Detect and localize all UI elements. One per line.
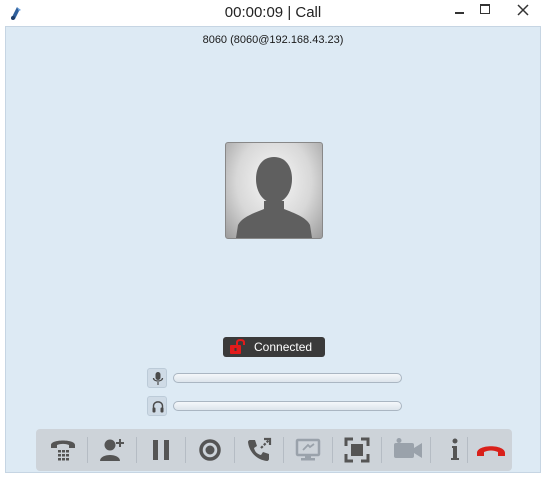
add-contact-button[interactable] — [91, 429, 133, 471]
call-panel: 8060 (8060@192.168.43.23) Connected — [5, 26, 541, 473]
toolbar-separator — [430, 437, 431, 463]
hangup-button[interactable] — [469, 429, 511, 471]
screen-share-button[interactable] — [287, 429, 329, 471]
toolbar-separator — [136, 437, 137, 463]
microphone-level-meter — [173, 373, 402, 383]
fullscreen-button[interactable] — [336, 429, 378, 471]
minimize-button[interactable] — [446, 0, 472, 20]
headphones-icon — [152, 401, 164, 413]
speaker-button[interactable] — [147, 396, 167, 416]
unlocked-icon[interactable] — [228, 338, 248, 360]
hangup-icon — [477, 446, 505, 456]
pause-icon — [153, 440, 169, 460]
transfer-button[interactable] — [238, 429, 280, 471]
microphone-icon — [152, 372, 164, 385]
toolbar-separator — [332, 437, 333, 463]
video-button[interactable] — [385, 429, 427, 471]
toolbar-separator — [381, 437, 382, 463]
call-toolbar — [36, 429, 512, 471]
microphone-button[interactable] — [147, 368, 167, 388]
video-icon — [394, 438, 422, 458]
dialpad-button[interactable] — [42, 429, 84, 471]
add-contact-icon — [100, 439, 124, 461]
toolbar-separator — [87, 437, 88, 463]
close-icon — [517, 4, 529, 16]
person-silhouette-icon — [236, 157, 312, 238]
info-icon — [451, 438, 459, 460]
transfer-icon — [248, 437, 272, 461]
call-status-badge: Connected — [223, 337, 325, 357]
call-status-text: Connected — [254, 340, 313, 354]
record-icon — [199, 439, 221, 461]
hold-button[interactable] — [140, 429, 182, 471]
close-button[interactable] — [500, 0, 546, 20]
toolbar-separator — [185, 437, 186, 463]
toolbar-separator — [234, 437, 235, 463]
title-bar: 00:00:09 | Call — [0, 0, 546, 25]
contact-avatar — [225, 142, 323, 239]
record-button[interactable] — [189, 429, 231, 471]
screen-share-icon — [295, 438, 321, 461]
toolbar-separator — [467, 437, 468, 463]
toolbar-separator — [283, 437, 284, 463]
remote-party-label: 8060 (8060@192.168.43.23) — [202, 34, 344, 46]
speaker-level-meter — [173, 401, 402, 411]
fullscreen-icon — [344, 437, 370, 463]
dialpad-icon — [51, 440, 75, 461]
maximize-button[interactable] — [472, 0, 498, 20]
